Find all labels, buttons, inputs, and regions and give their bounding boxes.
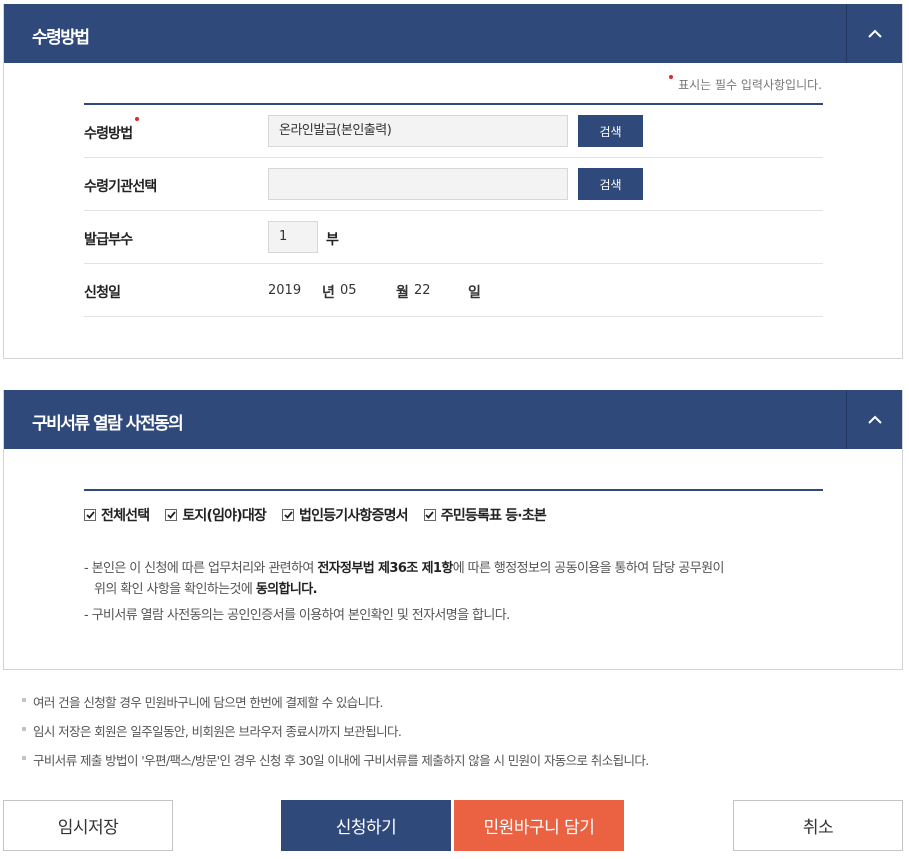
receipt-method-field[interactable]: 온라인발급(본인출력)	[268, 115, 568, 147]
notice-line: 위의 확인 사항을 확인하는것에 동의합니다.	[94, 582, 318, 597]
date-month-unit: 월	[396, 285, 409, 301]
receipt-method-panel: 수령방법 표시는 필수 입력사항입니다. 수령방법 온라인발급(본인출력) 검색…	[3, 4, 903, 359]
row-receipt-agency: 수령기관선택 검색	[84, 158, 823, 211]
checkbox-box[interactable]	[282, 509, 295, 521]
row-copies: 발급부수 1 부	[84, 211, 823, 264]
consent-checkbox-group: 전체선택 토지(임야)대장 법인등기사항증명서 주민등록표 등·초본	[84, 503, 562, 527]
apply-date-label: 신청일	[84, 285, 121, 301]
checkbox-label: 토지(임야)대장	[182, 508, 267, 524]
row-receipt-method: 수령방법 온라인발급(본인출력) 검색	[84, 105, 823, 158]
consent-top-divider	[84, 489, 823, 491]
receipt-agency-field[interactable]	[268, 168, 568, 200]
receipt-method-header: 수령방법	[4, 4, 902, 63]
date-month: 05	[340, 283, 357, 298]
receipt-method-title: 수령방법	[32, 28, 90, 48]
checkbox-label: 법인등기사항증명서	[299, 508, 409, 524]
checkbox-box[interactable]	[84, 509, 96, 521]
receipt-agency-label: 수령기관선택	[84, 179, 157, 195]
receipt-method-label: 수령방법	[84, 117, 140, 143]
checkmark-icon	[283, 511, 293, 519]
checkmark-icon	[167, 511, 176, 519]
required-dot-icon	[669, 75, 674, 79]
consent-notice-2: - 구비서류 열람 사전동의는 공인인증서를 이용하여 본인확인 및 전자서명을…	[84, 608, 510, 623]
checkbox-select-all[interactable]: 전체선택	[84, 505, 150, 525]
date-day-unit: 일	[468, 285, 481, 301]
copies-input[interactable]: 1	[268, 221, 318, 253]
consent-panel: 구비서류 열람 사전동의 전체선택 토지(임야)대장 법인등기사항증명서 주민등…	[3, 390, 903, 670]
consent-notice-1: - 본인은 이 신청에 따른 업무처리와 관련하여 전자정부법 제36조 제1항…	[84, 558, 824, 600]
required-note-text: 표시는 필수 입력사항입니다.	[678, 78, 822, 92]
receipt-collapse-button[interactable]	[846, 4, 902, 63]
copies-unit: 부	[326, 232, 339, 248]
apply-button[interactable]: 신청하기	[281, 800, 451, 851]
checkbox-box[interactable]	[423, 509, 436, 521]
date-day: 22	[414, 283, 431, 298]
date-year-unit: 년	[322, 285, 335, 301]
checkbox-corporate-registry[interactable]: 법인등기사항증명서	[282, 505, 409, 525]
info-item: 구비서류 제출 방법이 '우편/팩스/방문'인 경우 신청 후 30일 이내에 …	[22, 750, 892, 779]
info-item: 임시 저장은 회원은 일주일동안, 비회원은 브라우저 종료시까지 보관됩니다.	[22, 721, 892, 750]
row-apply-date: 신청일 2019 년 05 월 22 일	[84, 264, 823, 317]
consent-collapse-button[interactable]	[846, 390, 902, 449]
cancel-button[interactable]: 취소	[733, 800, 903, 851]
receipt-agency-search-button[interactable]: 검색	[578, 168, 643, 200]
checkmark-icon	[85, 511, 95, 519]
required-note: 표시는 필수 입력사항입니다.	[669, 75, 822, 93]
checkbox-land-register[interactable]: 토지(임야)대장	[165, 505, 267, 525]
chevron-up-icon	[867, 29, 882, 38]
consent-header: 구비서류 열람 사전동의	[4, 390, 902, 449]
checkbox-box[interactable]	[165, 509, 178, 521]
copies-label: 발급부수	[84, 232, 133, 248]
info-item: 여러 건을 신청할 경우 민원바구니에 담으면 한번에 결제할 수 있습니다.	[22, 692, 892, 721]
chevron-up-icon	[867, 415, 882, 424]
checkbox-resident-registration[interactable]: 주민등록표 등·초본	[423, 505, 547, 525]
temp-save-button[interactable]: 임시저장	[3, 800, 173, 851]
checkmark-icon	[425, 511, 434, 519]
info-list: 여러 건을 신청할 경우 민원바구니에 담으면 한번에 결제할 수 있습니다. …	[22, 692, 892, 779]
checkbox-label: 전체선택	[101, 508, 150, 524]
receipt-method-search-button[interactable]: 검색	[578, 115, 643, 147]
notice-line: - 본인은 이 신청에 따른 업무처리와 관련하여 전자정부법 제36조 제1항…	[84, 561, 724, 576]
checkbox-label: 주민등록표 등·초본	[440, 508, 547, 524]
date-year: 2019	[268, 283, 302, 298]
required-dot-icon	[135, 117, 140, 121]
consent-title: 구비서류 열람 사전동의	[32, 414, 184, 434]
add-to-cart-button[interactable]: 민원바구니 담기	[454, 800, 624, 851]
